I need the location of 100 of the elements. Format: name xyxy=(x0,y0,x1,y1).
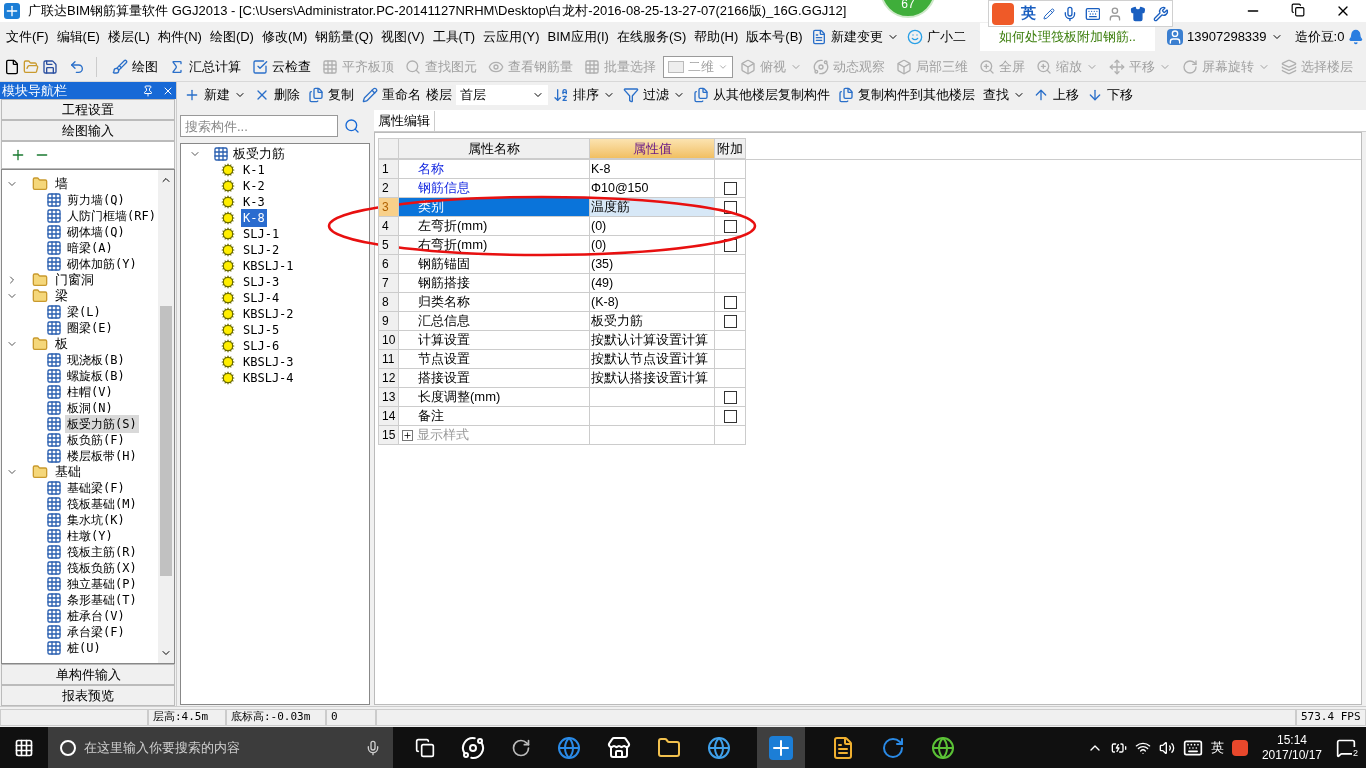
menu-item[interactable]: 文件(F) xyxy=(2,27,53,47)
menu-item[interactable]: 楼层(L) xyxy=(103,27,154,47)
tree-item[interactable]: 板洞(N) xyxy=(65,399,115,417)
tree-item[interactable]: 条形基础(T) xyxy=(65,591,139,609)
tree-item[interactable]: 楼层板带(H) xyxy=(65,447,139,465)
tree-folder[interactable]: 基础 xyxy=(54,462,82,482)
property-value[interactable]: K-8 xyxy=(591,159,611,179)
keyboard-icon[interactable] xyxy=(1084,5,1101,22)
undo-icon[interactable] xyxy=(69,58,85,75)
scrollbar[interactable] xyxy=(158,170,174,663)
expand-all-icon[interactable] xyxy=(10,147,26,163)
tree-item[interactable]: 筏板主筋(R) xyxy=(65,543,139,561)
notification-icon[interactable] xyxy=(1336,737,1356,758)
menu-item[interactable]: 云应用(Y) xyxy=(479,27,544,47)
nav-section-button[interactable]: 绘图输入 xyxy=(1,120,175,141)
tree-item[interactable]: SLJ-6 xyxy=(241,337,282,355)
toolbar-button[interactable]: 过滤 xyxy=(620,83,688,106)
tree-item[interactable]: K-2 xyxy=(241,177,267,195)
tree-item[interactable]: 集水坑(K) xyxy=(65,511,127,529)
tree-folder[interactable]: 板 xyxy=(54,334,69,354)
menu-item[interactable]: 视图(V) xyxy=(377,27,429,47)
property-value[interactable]: (0) xyxy=(591,216,607,236)
tree-item[interactable]: SLJ-4 xyxy=(241,289,282,307)
tree-item[interactable]: 圈梁(E) xyxy=(65,319,115,337)
property-value[interactable]: (49) xyxy=(591,273,614,293)
toolbar-button[interactable]: 查找 xyxy=(980,83,1028,106)
tree-item[interactable]: 现浇板(B) xyxy=(65,351,127,369)
tree-item[interactable]: 承台梁(F) xyxy=(65,623,127,641)
tree-item[interactable]: SLJ-5 xyxy=(241,321,282,339)
tree-item[interactable]: KBSLJ-4 xyxy=(241,369,296,387)
bell-icon[interactable] xyxy=(1348,29,1364,45)
active-app-icon[interactable] xyxy=(757,727,805,768)
menu-item[interactable]: 修改(M) xyxy=(257,27,312,47)
microphone-icon[interactable] xyxy=(365,739,381,756)
clock-date[interactable]: 2017/10/17 xyxy=(1261,747,1322,763)
toolbar-button[interactable]: 复制构件到其他楼层 xyxy=(835,83,978,106)
property-value[interactable]: Φ10@150 xyxy=(591,178,649,198)
property-value[interactable]: 温度筋 xyxy=(591,197,630,217)
tree-item[interactable]: 砌体墙(Q) xyxy=(65,223,127,241)
globe-icon[interactable] xyxy=(707,735,731,760)
tree-item[interactable]: 筏板负筋(X) xyxy=(65,559,139,577)
toolbar-button[interactable]: 复制 xyxy=(305,83,357,106)
menu-item[interactable]: 在线服务(S) xyxy=(612,27,691,47)
globe-icon[interactable] xyxy=(931,735,955,760)
tree-item[interactable]: 柱帽(V) xyxy=(65,383,115,401)
toolbar-button[interactable]: 上移 xyxy=(1030,83,1082,106)
menu-item[interactable]: 钢筋量(Q) xyxy=(311,27,378,47)
toolbar-button[interactable]: 绘图 xyxy=(108,54,162,79)
tree-item[interactable]: 柱墩(Y) xyxy=(65,527,115,545)
tree-item[interactable]: KBSLJ-1 xyxy=(241,257,296,275)
floor-select[interactable]: 首层 xyxy=(456,84,548,105)
tree-item[interactable]: SLJ-1 xyxy=(241,225,282,243)
shirt-icon[interactable] xyxy=(1130,5,1147,22)
property-value[interactable]: 按默认搭接设置计算 xyxy=(591,368,708,388)
tree-item[interactable]: 板负筋(F) xyxy=(65,431,127,449)
tree-item[interactable]: SLJ-2 xyxy=(241,241,282,259)
tree-item[interactable]: 螺旋板(B) xyxy=(65,367,127,385)
checkbox[interactable] xyxy=(723,181,737,195)
store-icon[interactable] xyxy=(607,735,631,760)
tree-item[interactable]: 人防门框墙(RF) xyxy=(65,207,158,225)
property-value[interactable]: (35) xyxy=(591,254,614,274)
tree-item[interactable]: K-1 xyxy=(241,161,267,179)
tree-item[interactable]: SLJ-3 xyxy=(241,273,282,291)
toolbar-button[interactable]: 新建 xyxy=(181,83,249,106)
property-value[interactable]: 板受力筋 xyxy=(591,311,643,331)
search-field[interactable]: 搜索构件... xyxy=(180,115,338,137)
start-icon[interactable] xyxy=(14,737,34,758)
toolbar-button[interactable]: 从其他楼层复制构件 xyxy=(690,83,833,106)
tree-item[interactable]: K-3 xyxy=(241,193,267,211)
property-value[interactable]: (K-8) xyxy=(591,292,619,312)
nav-section-button[interactable]: 单构件输入 xyxy=(1,664,175,685)
wrench-icon[interactable] xyxy=(1153,5,1169,22)
menu-item[interactable]: 编辑(E) xyxy=(52,27,104,47)
checkbox[interactable] xyxy=(723,219,737,233)
toolbar-button[interactable]: 汇总计算 xyxy=(165,54,245,79)
nav-section-button[interactable]: 工程设置 xyxy=(1,99,175,120)
nav-section-button[interactable]: 报表预览 xyxy=(1,685,175,706)
menu-item[interactable]: 绘图(D) xyxy=(205,27,258,47)
toolbar-button[interactable]: 排序 xyxy=(550,83,618,106)
tree-item[interactable]: 筏板基础(M) xyxy=(65,495,139,513)
expand-toggle[interactable] xyxy=(402,429,413,441)
tree-item[interactable]: 砌体加筋(Y) xyxy=(65,255,139,273)
task-view-icon[interactable] xyxy=(415,737,435,758)
tree-item[interactable]: KBSLJ-3 xyxy=(241,353,296,371)
new-file-icon[interactable] xyxy=(4,58,20,75)
toolbar-button[interactable]: 重命名 xyxy=(359,83,424,106)
checkbox[interactable] xyxy=(723,409,737,423)
tree-item[interactable]: K-8 xyxy=(241,209,267,227)
cortana-icon[interactable] xyxy=(60,739,76,756)
ime-logo-icon[interactable] xyxy=(992,2,1014,25)
checkbox[interactable] xyxy=(723,390,737,404)
tree-root[interactable]: 板受力筋 xyxy=(233,144,285,164)
ime-logo-icon[interactable] xyxy=(1231,739,1248,756)
assistant-button[interactable]: 广小二 xyxy=(902,27,970,47)
tree-item[interactable]: 独立基础(P) xyxy=(65,575,139,593)
menu-item[interactable]: 帮助(H) xyxy=(690,27,743,47)
toolbar-button[interactable]: 删除 xyxy=(251,83,303,106)
property-value[interactable]: 按默认节点设置计算 xyxy=(591,349,708,369)
account-button[interactable]: 13907298339 xyxy=(1167,27,1283,47)
checkbox[interactable] xyxy=(723,314,737,328)
